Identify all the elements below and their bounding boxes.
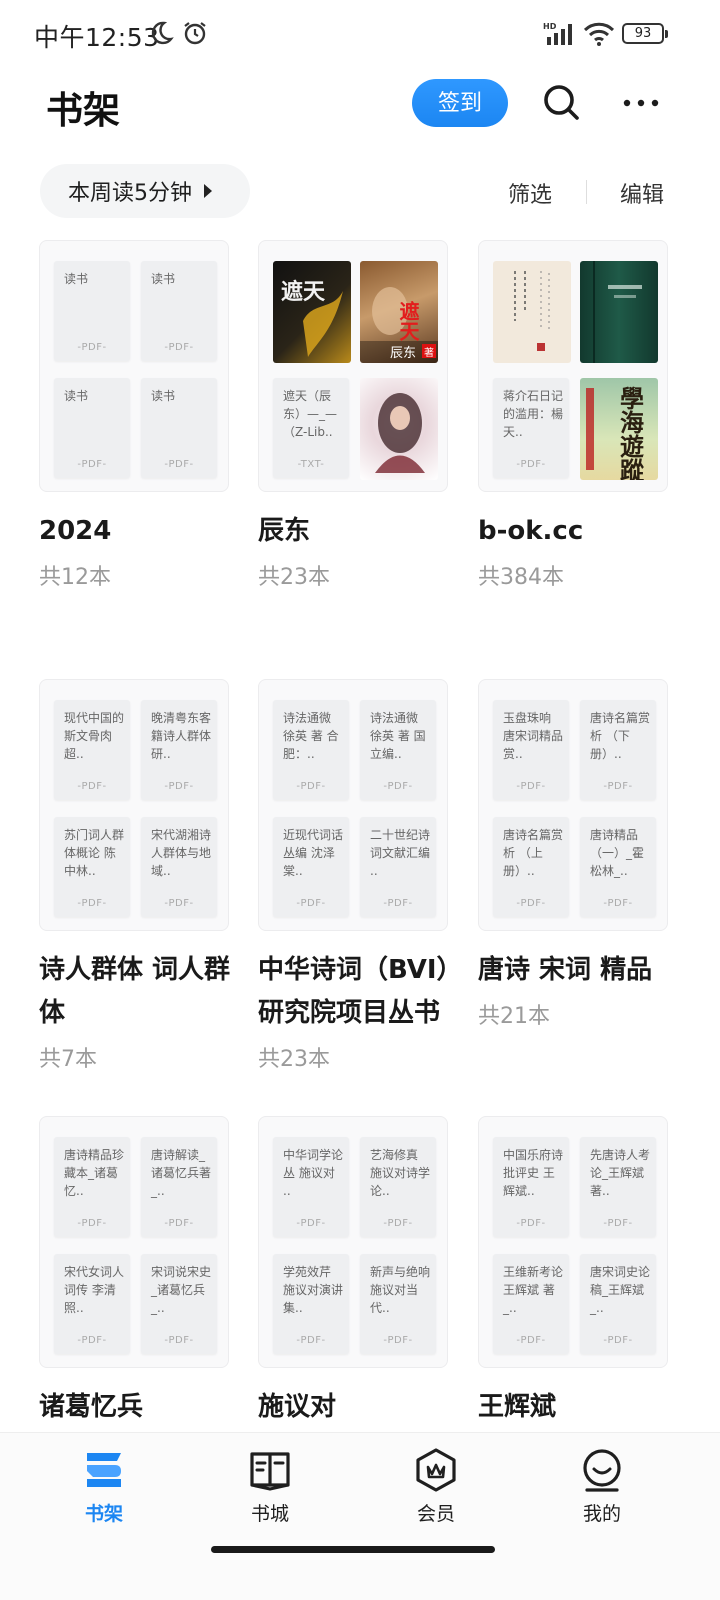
tab-bookstore[interactable]: 书城 [220,1447,320,1526]
folder-name: 王辉斌 [478,1392,557,1422]
book-thumbnail: 遮天（辰东）—_—（Z-Lib.. -TXT- [273,378,349,478]
book-cover-zhetian-dark: 遮天 [273,261,351,363]
book-thumbnail: 读书 -PDF- [141,378,217,478]
folder-name: 中华诗词（BVI）研究院项目丛书 [258,955,450,1028]
book-thumbnail: 唐诗名篇赏析 （上册）.. -PDF- [493,817,569,917]
tab-vip[interactable]: 会员 [386,1447,486,1526]
tab-label: 书架 [84,1503,123,1525]
folder-count: 共7本 [39,1047,97,1072]
home-indicator[interactable] [211,1546,495,1553]
book-thumbnail: 晚清粤东客籍诗人群体研.. -PDF- [141,700,217,800]
tab-label: 我的 [582,1503,621,1525]
book-cover-xuehai: 學海遊蹤 [580,378,658,480]
folder-name: 施议对 [258,1392,337,1422]
profile-icon [583,1449,621,1492]
folder-count: 共21本 [478,1004,550,1029]
folder-shi-yidui[interactable]: 中华词学论丛 施议对 .. -PDF- 艺海修真 施议对诗学论.. -PDF- 学苑… [258,1116,448,1429]
book-thumbnail: 唐诗名篇赏析 （下册）.. -PDF- [580,700,656,800]
cover-title: 遮天 [281,279,326,305]
folder-name: 唐诗 宋词 精品 [478,955,653,985]
book-thumbnail: 读书 -PDF- [54,378,130,478]
book-thumbnail: 读书 -PDF- [54,261,130,361]
folder-card[interactable]: 中国乐府诗批评史 王辉斌.. -PDF- 先唐诗人考论_王辉斌著.. -PDF- 王… [478,1116,668,1368]
bookshelf-grid: 读书 -PDF- 读书 -PDF- 读书 -PDF- 读书 -PDF- 2024 共12… [0,0,720,1432]
tab-profile[interactable]: 我的 [552,1447,652,1526]
folder-name: 诸葛忆兵 [39,1392,144,1422]
book-thumbnail: 读书 -PDF- [141,261,217,361]
book-thumbnail: 唐诗解读_诸葛忆兵著_.. -PDF- [141,1137,217,1237]
book-thumbnail: 艺海修真 施议对诗学论.. -PDF- [360,1137,436,1237]
book-thumbnail: 宋词说宋史_诸葛忆兵_.. -PDF- [141,1254,217,1354]
book-thumbnail: 诗法通微 徐英 著 国立编.. -PDF- [360,700,436,800]
book-thumbnail: 中华词学论丛 施议对 .. -PDF- [273,1137,349,1237]
cover-title: 遮天 [396,300,420,342]
folder-b-ok-cc[interactable]: 蒋介石日记的滥用：楊天.. -PDF- 學海遊蹤 b-ok.cc 共384本 [478,240,668,591]
folder-card[interactable]: 诗法通微 徐英 著 合肥：.. -PDF- 诗法通微 徐英 著 国立编.. -PDF… [258,679,448,931]
folder-card[interactable]: 中华词学论丛 施议对 .. -PDF- 艺海修真 施议对诗学论.. -PDF- 学苑… [258,1116,448,1368]
folder-count: 共23本 [258,1047,330,1072]
tab-bookshelf[interactable]: 书架 [54,1447,154,1526]
book-thumbnail: 唐诗精品珍藏本_诸葛忆.. -PDF- [54,1137,130,1237]
tab-label: 书城 [250,1503,289,1525]
book-thumbnail: 新声与绝响 施议对当代.. -PDF- [360,1254,436,1354]
book-thumbnail: 诗法通微 徐英 著 合肥：.. -PDF- [273,700,349,800]
cover-badge: 著 [424,346,434,359]
folder-name: 辰东 [258,516,311,546]
vip-icon [416,1448,456,1492]
tab-label: 会员 [416,1503,455,1525]
book-thumbnail: 中国乐府诗批评史 王辉斌.. -PDF- [493,1137,569,1237]
folder-2024[interactable]: 读书 -PDF- 读书 -PDF- 读书 -PDF- 读书 -PDF- 2024 共12… [39,240,229,591]
folder-bvi-series[interactable]: 诗法通微 徐英 著 合肥：.. -PDF- 诗法通微 徐英 著 国立编.. -PDF… [258,679,450,1073]
folder-name: 2024 [39,516,112,546]
folder-card[interactable]: 玉盘珠响 唐宋词精品赏.. -PDF- 唐诗名篇赏析 （下册）.. -PDF- 唐诗… [478,679,668,931]
book-thumbnail: 王维新考论 王辉斌 著_.. -PDF- [493,1254,569,1354]
book-thumbnail: 近现代词话丛编 沈泽棠.. -PDF- [273,817,349,917]
bottom-navigation: 书架 书城 会员 我的 [0,1432,720,1600]
folder-count: 共384本 [478,565,564,590]
folder-card[interactable]: 唐诗精品珍藏本_诸葛忆.. -PDF- 唐诗解读_诸葛忆兵著_.. -PDF- 宋代… [39,1116,229,1368]
book-thumbnail: 学苑效芹 施议对演讲集.. -PDF- [273,1254,349,1354]
folder-card[interactable]: 现代中国的斯文骨肉 超.. -PDF- 晚清粤东客籍诗人群体研.. -PDF- 苏门… [39,679,229,931]
folder-card[interactable]: 蒋介石日记的滥用：楊天.. -PDF- 學海遊蹤 [478,240,668,492]
book-thumbnail: 先唐诗人考论_王辉斌著.. -PDF- [580,1137,656,1237]
folder-chendong[interactable]: 遮天 遮天 辰东 著 遮天（辰东）—_—（Z-Lib.. -TXT- 辰东 共2… [258,240,448,591]
book-thumbnail: 现代中国的斯文骨肉 超.. -PDF- [54,700,130,800]
book-thumbnail: 苏门词人群体概论 陈中林.. -PDF- [54,817,130,917]
folder-name: 诗人群体 词人群体 [39,955,231,1028]
book-thumbnail: 唐诗精品（一）_霍松林_.. -PDF- [580,817,656,917]
folder-card[interactable]: 读书 -PDF- 读书 -PDF- 读书 -PDF- 读书 -PDF- [39,240,229,492]
folder-card[interactable]: 遮天 遮天 辰东 著 遮天（辰东）—_—（Z-Lib.. -TXT- [258,240,448,492]
folder-count: 共23本 [258,565,330,590]
book-cover-zhetian-portrait: 遮天 辰东 著 [360,261,438,363]
book-thumbnail: 唐宋词史论稿_王辉斌_.. -PDF- [580,1254,656,1354]
folder-zhuge-yibing[interactable]: 唐诗精品珍藏本_诸葛忆.. -PDF- 唐诗解读_诸葛忆兵著_.. -PDF- 宋代… [39,1116,229,1429]
bookshelf-icon [87,1453,121,1487]
book-cover-light [493,261,571,363]
folder-poet-groups[interactable]: 现代中国的斯文骨肉 超.. -PDF- 晚清粤东客籍诗人群体研.. -PDF- 苏门… [39,679,230,1073]
book-thumbnail: 蒋介石日记的滥用：楊天.. -PDF- [493,378,569,478]
folder-count: 共12本 [39,565,111,590]
folder-tang-song[interactable]: 玉盘珠响 唐宋词精品赏.. -PDF- 唐诗名篇赏析 （下册）.. -PDF- 唐诗… [478,679,668,1030]
book-thumbnail: 宋代湖湘诗人群体与地域.. -PDF- [141,817,217,917]
folder-wang-huibin[interactable]: 中国乐府诗批评史 王辉斌.. -PDF- 先唐诗人考论_王辉斌著.. -PDF- 王… [478,1116,668,1429]
cover-author: 辰东 [390,346,416,361]
book-thumbnail: 宋代女词人词传 李清照.. -PDF- [54,1254,130,1354]
book-thumbnail: 二十世纪诗词文献汇编 .. -PDF- [360,817,436,917]
folder-name: b-ok.cc [478,516,584,546]
book-cover-green-box [580,261,658,363]
bookstore-icon [250,1452,290,1491]
book-thumbnail: 玉盘珠响 唐宋词精品赏.. -PDF- [493,700,569,800]
cover-title: 學海遊蹤 [616,386,645,480]
book-cover-illustration [360,378,438,480]
